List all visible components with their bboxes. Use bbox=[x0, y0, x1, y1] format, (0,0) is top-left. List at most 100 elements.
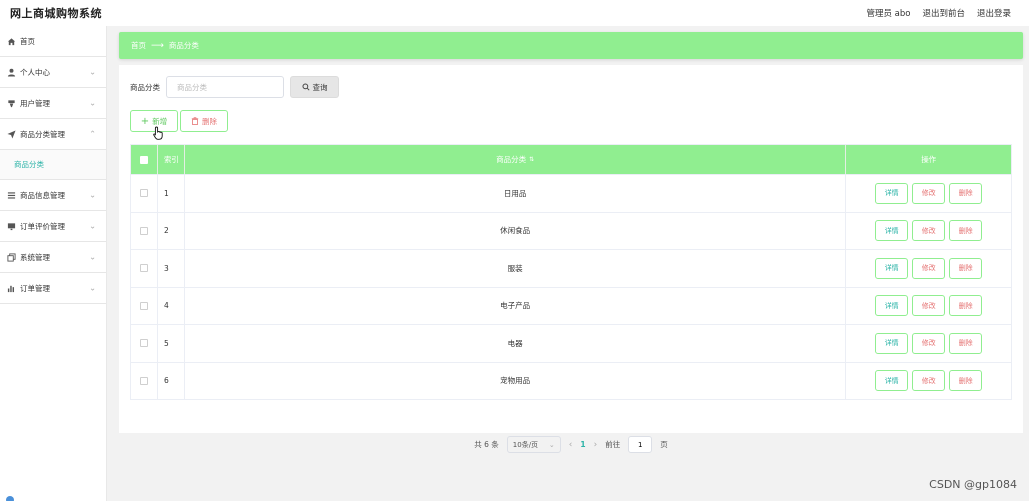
delete-button-label: 删除 bbox=[202, 116, 217, 126]
row-index: 4 bbox=[158, 287, 185, 324]
detail-button[interactable]: 详情 bbox=[875, 220, 909, 242]
sidebar-item-home[interactable]: 首页 bbox=[0, 26, 106, 57]
sort-icon: ⇅ bbox=[529, 156, 535, 163]
delete-button[interactable]: 删除 bbox=[949, 332, 983, 354]
edit-button[interactable]: 修改 bbox=[912, 295, 946, 317]
delete-button[interactable]: 删除 bbox=[949, 257, 983, 279]
home-icon bbox=[6, 36, 16, 46]
row-checkbox-cell bbox=[131, 325, 158, 362]
table-row: 2 休闲食品 详情 修改 删除 bbox=[131, 211, 1011, 249]
chart-icon bbox=[6, 283, 16, 293]
row-index: 6 bbox=[158, 362, 185, 399]
breadcrumb: 首页 ⟶ 商品分类 bbox=[119, 32, 1023, 59]
goto-label: 前往 bbox=[605, 440, 621, 449]
select-all-checkbox[interactable] bbox=[139, 155, 148, 164]
sidebar-item-order-mgmt[interactable]: 订单管理 ⌄ bbox=[0, 273, 106, 304]
search-button[interactable]: 查询 bbox=[290, 76, 339, 98]
sidebar-item-category-mgmt[interactable]: 商品分类管理 ⌃ bbox=[0, 119, 106, 150]
edit-button[interactable]: 修改 bbox=[912, 182, 946, 204]
search-input[interactable] bbox=[166, 76, 284, 98]
table-row: 5 电器 详情 修改 删除 bbox=[131, 324, 1011, 362]
row-index: 5 bbox=[158, 325, 185, 362]
edit-button[interactable]: 修改 bbox=[912, 332, 946, 354]
users-icon bbox=[6, 98, 16, 108]
delete-button[interactable]: 删除 bbox=[949, 182, 983, 204]
row-ops: 详情 修改 删除 bbox=[846, 325, 1011, 362]
next-page-button[interactable]: › bbox=[594, 440, 598, 450]
plus-icon: + bbox=[140, 115, 150, 127]
current-page[interactable]: 1 bbox=[580, 440, 585, 449]
header-name[interactable]: 商品分类 ⇅ bbox=[185, 145, 847, 174]
breadcrumb-home[interactable]: 首页 bbox=[131, 40, 146, 51]
sidebar-item-profile[interactable]: 个人中心 ⌄ bbox=[0, 57, 106, 88]
sidebar-item-product-mgmt[interactable]: 商品信息管理 ⌄ bbox=[0, 180, 106, 211]
top-actions: 管理员 abo 退出到前台 退出登录 bbox=[866, 7, 1019, 19]
detail-button[interactable]: 详情 bbox=[875, 332, 909, 354]
edit-button[interactable]: 修改 bbox=[912, 220, 946, 242]
trash-icon bbox=[191, 117, 199, 125]
goto-page-input[interactable] bbox=[628, 436, 653, 453]
list-icon bbox=[6, 190, 16, 200]
content-panel: 商品分类 查询 + 新增 删除 索引 商品分类⇅ bbox=[119, 65, 1023, 453]
chevron-down-icon: ⌄ bbox=[89, 98, 96, 108]
detail-button[interactable]: 详情 bbox=[875, 182, 909, 204]
chevron-up-icon: ⌃ bbox=[89, 129, 96, 139]
chevron-down-icon: ⌄ bbox=[89, 252, 96, 262]
sidebar-item-label: 用户管理 bbox=[20, 98, 50, 108]
detail-button[interactable]: 详情 bbox=[875, 370, 909, 392]
row-name: 电器 bbox=[185, 325, 847, 362]
row-ops: 详情 修改 删除 bbox=[846, 363, 1011, 400]
user-icon bbox=[6, 67, 16, 77]
page-size-select[interactable]: 10条/页 ⌄ bbox=[506, 436, 561, 453]
search-icon bbox=[301, 83, 310, 91]
row-name: 日用品 bbox=[185, 175, 847, 212]
main-content: 首页 ⟶ 商品分类 商品分类 查询 + 新增 删除 bbox=[119, 32, 1023, 453]
sidebar: 首页 个人中心 ⌄ 用户管理 ⌄ 商品分类管理 ⌃ 商品分类 商品信息管理 ⌄ … bbox=[0, 26, 107, 501]
header-ops: 操作 bbox=[921, 155, 937, 164]
total-count: 共 6 条 bbox=[474, 440, 499, 449]
sidebar-item-review-mgmt[interactable]: 订单评价管理 ⌄ bbox=[0, 211, 106, 242]
batch-delete-button[interactable]: 删除 bbox=[180, 110, 228, 132]
row-checkbox-cell bbox=[131, 212, 158, 249]
row-index: 2 bbox=[158, 212, 185, 249]
to-front-link[interactable]: 退出到前台 bbox=[922, 7, 965, 19]
sidebar-item-label: 首页 bbox=[20, 36, 35, 46]
pagination: 共 6 条 10条/页 ⌄ ‹ 1 › 前往 页 bbox=[119, 436, 1023, 453]
prev-page-button[interactable]: ‹ bbox=[569, 440, 573, 450]
category-table: 索引 商品分类 ⇅ 操作 1 日用品 详情 修改 删除 2 休闲食品 详情 修改… bbox=[130, 144, 1012, 400]
copy-icon bbox=[6, 252, 16, 262]
arrow-right-icon: ⟶ bbox=[151, 40, 164, 51]
row-checkbox[interactable] bbox=[139, 376, 148, 385]
row-checkbox-cell bbox=[131, 175, 158, 212]
row-checkbox[interactable] bbox=[139, 339, 148, 348]
logout-link[interactable]: 退出登录 bbox=[977, 7, 1011, 19]
row-checkbox[interactable] bbox=[139, 189, 148, 198]
table-row: 4 电子产品 详情 修改 删除 bbox=[131, 286, 1011, 324]
table-header: 索引 商品分类 ⇅ 操作 bbox=[131, 145, 1011, 174]
detail-button[interactable]: 详情 bbox=[875, 295, 909, 317]
row-checkbox[interactable] bbox=[139, 226, 148, 235]
app-title: 网上商城购物系统 bbox=[10, 7, 102, 20]
page-size-value: 10条/页 bbox=[512, 440, 539, 449]
sidebar-subitem-category[interactable]: 商品分类 bbox=[0, 150, 106, 180]
row-ops: 详情 修改 删除 bbox=[846, 175, 1011, 212]
detail-button[interactable]: 详情 bbox=[875, 257, 909, 279]
edit-button[interactable]: 修改 bbox=[912, 370, 946, 392]
search-label: 商品分类 bbox=[130, 82, 160, 92]
header-index: 索引 bbox=[158, 145, 185, 174]
row-index: 3 bbox=[158, 250, 185, 287]
add-button-label: 新增 bbox=[152, 116, 168, 126]
chevron-down-icon: ⌄ bbox=[89, 190, 96, 200]
table-row: 3 服装 详情 修改 删除 bbox=[131, 249, 1011, 287]
sidebar-item-system-mgmt[interactable]: 系统管理 ⌄ bbox=[0, 242, 106, 273]
sidebar-item-label: 商品分类管理 bbox=[20, 129, 65, 139]
row-checkbox[interactable] bbox=[139, 301, 148, 310]
row-index: 1 bbox=[158, 175, 185, 212]
sidebar-item-users[interactable]: 用户管理 ⌄ bbox=[0, 88, 106, 119]
row-checkbox[interactable] bbox=[139, 264, 148, 273]
delete-button[interactable]: 删除 bbox=[949, 220, 983, 242]
delete-button[interactable]: 删除 bbox=[949, 295, 983, 317]
row-name: 电子产品 bbox=[185, 287, 847, 324]
delete-button[interactable]: 删除 bbox=[949, 370, 983, 392]
edit-button[interactable]: 修改 bbox=[912, 257, 946, 279]
